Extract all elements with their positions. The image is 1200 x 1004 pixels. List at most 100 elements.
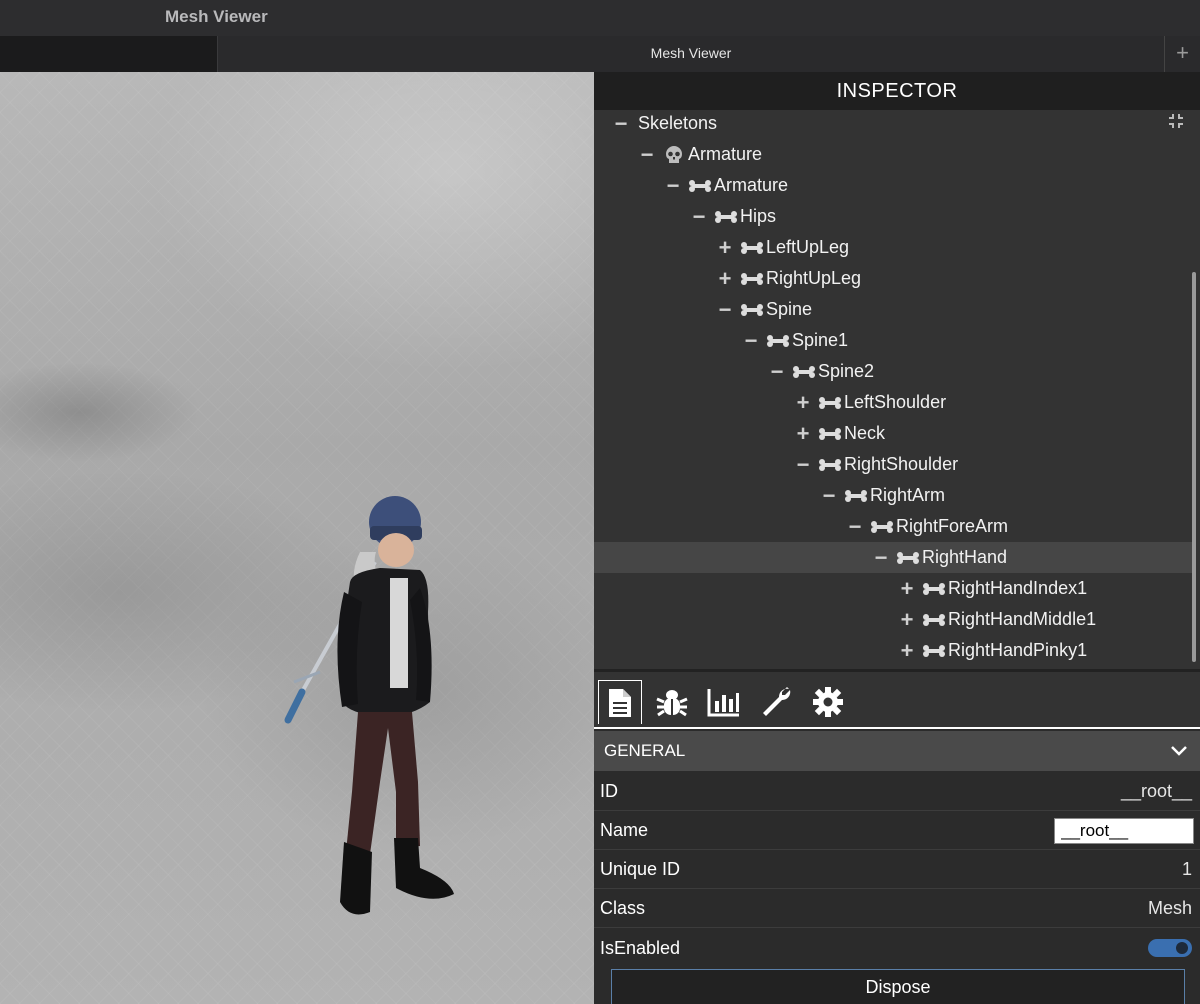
tree-node-rightarm[interactable]: − RightArm [594,480,1194,511]
tree-node-label: RightShoulder [844,454,959,474]
bone-icon [844,486,868,506]
isenabled-toggle[interactable] [1148,939,1192,957]
expand-icon[interactable]: + [792,421,814,446]
tree-node-label: Armature [688,144,763,164]
tree-node-rightshoulder[interactable]: − RightShoulder [594,449,1194,480]
tree-node-label: LeftUpLeg [766,237,850,257]
bone-icon [922,610,946,630]
prop-isenabled-label: IsEnabled [600,937,681,958]
chevron-down-icon[interactable] [1170,731,1188,771]
tree-node-spine2[interactable]: − Spine2 [594,356,1194,387]
tree-node-righthandpinky1[interactable]: + RightHandPinky1 [594,635,1194,665]
tree-node-righthandindex1[interactable]: + RightHandIndex1 [594,573,1194,604]
collapse-icon[interactable]: − [688,204,710,229]
prop-row-class: Class Mesh [594,890,1200,928]
expand-icon[interactable]: + [714,266,736,291]
bone-icon [818,455,842,475]
expand-icon[interactable]: + [792,390,814,415]
prop-row-unique-id: Unique ID 1 [594,851,1200,889]
expand-icon[interactable]: + [896,607,918,632]
tree-node-label: Armature [714,175,789,195]
scene-viewport[interactable] [0,72,594,1004]
toggle-knob [1176,942,1188,954]
new-tab-button[interactable]: + [1164,36,1200,72]
tree-scrollbar[interactable] [1192,272,1196,662]
bone-icon [740,269,764,289]
prop-row-name: Name [594,812,1200,850]
collapse-icon[interactable]: − [844,514,866,539]
tree-node-leftshoulder[interactable]: + LeftShoulder [594,387,1194,418]
character-model [284,496,454,915]
tab-mesh-viewer[interactable]: Mesh Viewer [218,36,1164,72]
prop-class-label: Class [600,898,646,918]
collapse-icon[interactable]: − [740,328,762,353]
document-icon [609,688,631,717]
tree-node-label: RightUpLeg [766,268,862,288]
window-title: Mesh Viewer [165,7,268,26]
collapse-icon[interactable]: − [818,483,840,508]
properties-pane: GENERAL ID __root__ Name Unique ID 1 Cla… [594,727,1200,1004]
tree-node-skeletons[interactable]: − Skeletons [594,110,1194,139]
expand-icon[interactable]: + [896,576,918,601]
tree-node-rightupleg[interactable]: + RightUpLeg [594,263,1194,294]
tree-node-label: LeftShoulder [844,392,947,412]
prop-unique-id-value: 1 [1181,859,1192,879]
collapse-icon[interactable]: − [870,545,892,570]
collapse-icon[interactable]: − [792,452,814,477]
properties-tab[interactable] [598,680,642,724]
tree-node-righthand[interactable]: − RightHand [594,542,1194,573]
bug-icon [656,690,688,717]
prop-unique-id-label: Unique ID [600,859,681,879]
prop-class-value: Mesh [1147,898,1192,918]
tree-node-spine1[interactable]: − Spine1 [594,325,1194,356]
tree-node-rightforearm[interactable]: − RightForeArm [594,511,1194,542]
settings-tab[interactable] [806,680,850,724]
tree-node-label: RightHand [922,547,1008,567]
general-section-header[interactable]: GENERAL [594,731,1200,771]
collapse-icon[interactable]: − [714,297,736,322]
expand-icon[interactable]: + [714,235,736,260]
collapse-icon[interactable]: − [636,142,658,167]
prop-id-label: ID [600,781,618,801]
tree-node-neck[interactable]: + Neck [594,418,1194,449]
name-input[interactable] [1054,817,1194,844]
collapse-icon[interactable]: − [610,111,632,136]
inspector-toolbar [594,669,1200,727]
tab-empty[interactable] [0,36,218,72]
debug-tab[interactable] [650,680,694,724]
inspector-title: INSPECTOR [594,72,1200,110]
prop-id-value: __root__ [1120,781,1192,801]
tree-node-armature[interactable]: − Armature [594,170,1194,201]
tree-node-label: Hips [740,206,777,226]
expand-icon[interactable]: + [896,638,918,663]
tree-node-label: RightForeArm [896,516,1009,536]
title-bar: Mesh Viewer [0,0,1200,36]
tree-node-armature[interactable]: − Armature [594,139,1194,170]
tree-node-label: Spine [766,299,813,319]
tree-node-spine[interactable]: − Spine [594,294,1194,325]
scene-tree: − Skeletons − Armature − Armature − Hips + LeftUp… [594,110,1200,665]
prop-row-id: ID __root__ [594,773,1200,811]
tree-node-label: RightHandPinky1 [948,640,1088,660]
dispose-button[interactable]: Dispose [611,969,1185,1004]
tree-node-label: Spine1 [792,330,849,350]
bone-icon [870,517,894,537]
gear-icon [813,687,843,717]
tools-tab[interactable] [754,680,798,724]
tree-node-hips[interactable]: − Hips [594,201,1194,232]
collapse-icon[interactable]: − [662,173,684,198]
tree-node-label: Skeletons [638,113,718,133]
tree-node-label: RightHandMiddle1 [948,609,1097,629]
tree-node-righthandmiddle1[interactable]: + RightHandMiddle1 [594,604,1194,635]
bone-icon [714,207,738,227]
inspector-panel: INSPECTOR − Skeletons − Armature − Armature − H… [594,72,1200,1004]
bone-icon [740,238,764,258]
statistics-tab[interactable] [702,680,746,724]
wrench-icon [763,687,791,716]
tree-node-label: Spine2 [818,361,875,381]
chart-icon [707,689,739,717]
bone-icon [922,641,946,661]
collapse-icon[interactable]: − [766,359,788,384]
collapse-all-icon[interactable] [1167,112,1185,130]
tree-node-leftupleg[interactable]: + LeftUpLeg [594,232,1194,263]
